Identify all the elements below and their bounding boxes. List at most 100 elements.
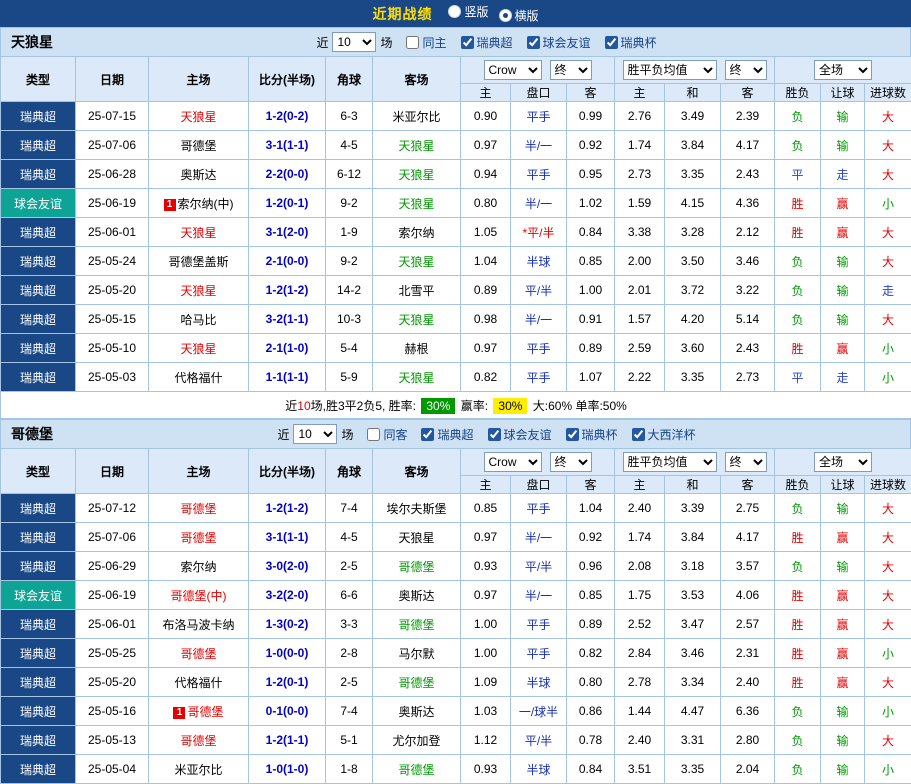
home-team-name[interactable]: 哥德堡: [180, 139, 216, 153]
home-team-name[interactable]: 奥斯达: [180, 168, 216, 182]
filter-checkbox[interactable]: 球会友谊: [527, 34, 591, 51]
filter-checkbox[interactable]: 球会友谊: [488, 426, 552, 443]
home-team-name[interactable]: 天狼星: [180, 110, 216, 124]
checkbox-input[interactable]: [632, 428, 645, 441]
away-team-name[interactable]: 北雪平: [398, 284, 434, 298]
europe-time-select[interactable]: 终: [725, 452, 767, 472]
filter-checkbox[interactable]: 同客: [367, 426, 407, 443]
filter-checkbox[interactable]: 同主: [406, 34, 446, 51]
home-team-name[interactable]: 哥德堡: [187, 705, 223, 719]
away-team-name[interactable]: 哥德堡: [398, 618, 434, 632]
home-team-name[interactable]: 索尔纳: [180, 560, 216, 574]
checkbox-input[interactable]: [527, 36, 540, 49]
away-team-name[interactable]: 天狼星: [398, 371, 434, 385]
home-team-name[interactable]: 代格福什: [174, 371, 222, 385]
home-team-name[interactable]: 哥德堡: [180, 734, 216, 748]
away-team-name[interactable]: 天狼星: [398, 531, 434, 545]
home-team-name[interactable]: 哥德堡: [180, 502, 216, 516]
home-team-name[interactable]: 天狼星: [180, 284, 216, 298]
match-row: 瑞典超25-07-12哥德堡1-2(1-2)7-4埃尔夫斯堡0.85平手1.04…: [1, 494, 911, 523]
score-cell: 1-0(1-0): [249, 755, 326, 784]
checkbox-input[interactable]: [605, 36, 618, 49]
away-team-name[interactable]: 天狼星: [398, 313, 434, 327]
checkbox-input[interactable]: [566, 428, 579, 441]
corner-cell: 7-4: [326, 494, 373, 523]
europe-time-select[interactable]: 终: [725, 60, 767, 80]
home-team-name[interactable]: 米亚尔比: [174, 763, 222, 777]
asian-time-select[interactable]: 终: [550, 60, 592, 80]
date-cell: 25-05-03: [76, 363, 149, 392]
filter-checkbox[interactable]: 瑞典超: [461, 34, 513, 51]
home-team-name[interactable]: 哥德堡盖斯: [168, 255, 228, 269]
checkbox-input[interactable]: [367, 428, 380, 441]
filter-checkbox[interactable]: 大西洋杯: [632, 426, 696, 443]
bookmaker-select[interactable]: Crow: [484, 60, 542, 80]
layout-option[interactable]: 横版: [499, 7, 539, 24]
europe-away-odds-cell: 2.12: [721, 218, 775, 247]
europe-odds-select[interactable]: 胜平负均值: [623, 60, 717, 80]
europe-draw-odds-cell: 3.46: [665, 639, 721, 668]
away-team-name[interactable]: 哥德堡: [398, 560, 434, 574]
asian-time-select[interactable]: 终: [550, 452, 592, 472]
away-team-name[interactable]: 赫根: [404, 342, 428, 356]
league-cell: 球会友谊: [1, 581, 76, 610]
away-team-name[interactable]: 马尔默: [398, 647, 434, 661]
checkbox-input[interactable]: [488, 428, 501, 441]
result-goals-cell: 大: [865, 552, 911, 581]
home-team-name[interactable]: 布洛马波卡纳: [162, 618, 234, 632]
europe-home-odds-cell: 2.08: [615, 552, 665, 581]
europe-home-odds-cell: 2.78: [615, 668, 665, 697]
result-handicap-cell: 走: [821, 160, 865, 189]
result-goals-cell: 大: [865, 131, 911, 160]
home-team-name[interactable]: 天狼星: [180, 226, 216, 240]
asian-handicap-cell: 平手: [511, 334, 567, 363]
away-team-name[interactable]: 哥德堡: [398, 676, 434, 690]
home-team-cell: 奥斯达: [149, 160, 249, 189]
away-team-name[interactable]: 天狼星: [398, 197, 434, 211]
away-team-name[interactable]: 哥德堡: [398, 763, 434, 777]
checkbox-input[interactable]: [461, 36, 474, 49]
away-team-name[interactable]: 天狼星: [398, 168, 434, 182]
home-team-name[interactable]: 哥德堡: [180, 531, 216, 545]
home-team-name[interactable]: 天狼星: [180, 342, 216, 356]
home-team-name[interactable]: 哥德堡(中): [171, 589, 227, 603]
away-team-name[interactable]: 索尔纳: [398, 226, 434, 240]
date-cell: 25-06-28: [76, 160, 149, 189]
sub-column-header: 主: [615, 84, 665, 102]
league-cell: 瑞典超: [1, 755, 76, 784]
home-team-name[interactable]: 哈马比: [180, 313, 216, 327]
scope-select[interactable]: 全场: [814, 60, 872, 80]
asian-home-odds-cell: 0.93: [461, 552, 511, 581]
europe-draw-odds-cell: 3.18: [665, 552, 721, 581]
away-team-name[interactable]: 尤尔加登: [392, 734, 440, 748]
filter-checkbox[interactable]: 瑞典杯: [605, 34, 657, 51]
bookmaker-select[interactable]: Crow: [484, 452, 542, 472]
away-team-name[interactable]: 天狼星: [398, 255, 434, 269]
date-cell: 25-05-15: [76, 305, 149, 334]
home-team-name[interactable]: 索尔纳(中): [178, 197, 234, 211]
europe-odds-select[interactable]: 胜平负均值: [623, 452, 717, 472]
checkbox-input[interactable]: [406, 36, 419, 49]
scope-select[interactable]: 全场: [814, 452, 872, 472]
filter-checkbox[interactable]: 瑞典杯: [566, 426, 618, 443]
result-handicap-cell: 输: [821, 102, 865, 131]
europe-home-odds-cell: 1.57: [615, 305, 665, 334]
away-team-name[interactable]: 埃尔夫斯堡: [386, 502, 446, 516]
home-team-name[interactable]: 哥德堡: [180, 647, 216, 661]
checkbox-input[interactable]: [421, 428, 434, 441]
match-count-select[interactable]: 10: [293, 424, 337, 444]
filter-checkbox[interactable]: 瑞典超: [421, 426, 473, 443]
home-team-cell: 哥德堡: [149, 523, 249, 552]
result-handicap-cell: 赢: [821, 581, 865, 610]
layout-option[interactable]: 竖版: [448, 3, 488, 20]
column-header: 日期: [76, 57, 149, 102]
away-team-name[interactable]: 奥斯达: [398, 705, 434, 719]
away-team-name[interactable]: 奥斯达: [398, 589, 434, 603]
league-cell: 瑞典超: [1, 523, 76, 552]
match-row: 瑞典超25-06-29索尔纳3-0(2-0)2-5哥德堡0.93平/半0.962…: [1, 552, 911, 581]
match-count-select[interactable]: 10: [332, 32, 376, 52]
away-team-name[interactable]: 天狼星: [398, 139, 434, 153]
away-team-name[interactable]: 米亚尔比: [392, 110, 440, 124]
home-team-name[interactable]: 代格福什: [174, 676, 222, 690]
league-cell: 球会友谊: [1, 189, 76, 218]
